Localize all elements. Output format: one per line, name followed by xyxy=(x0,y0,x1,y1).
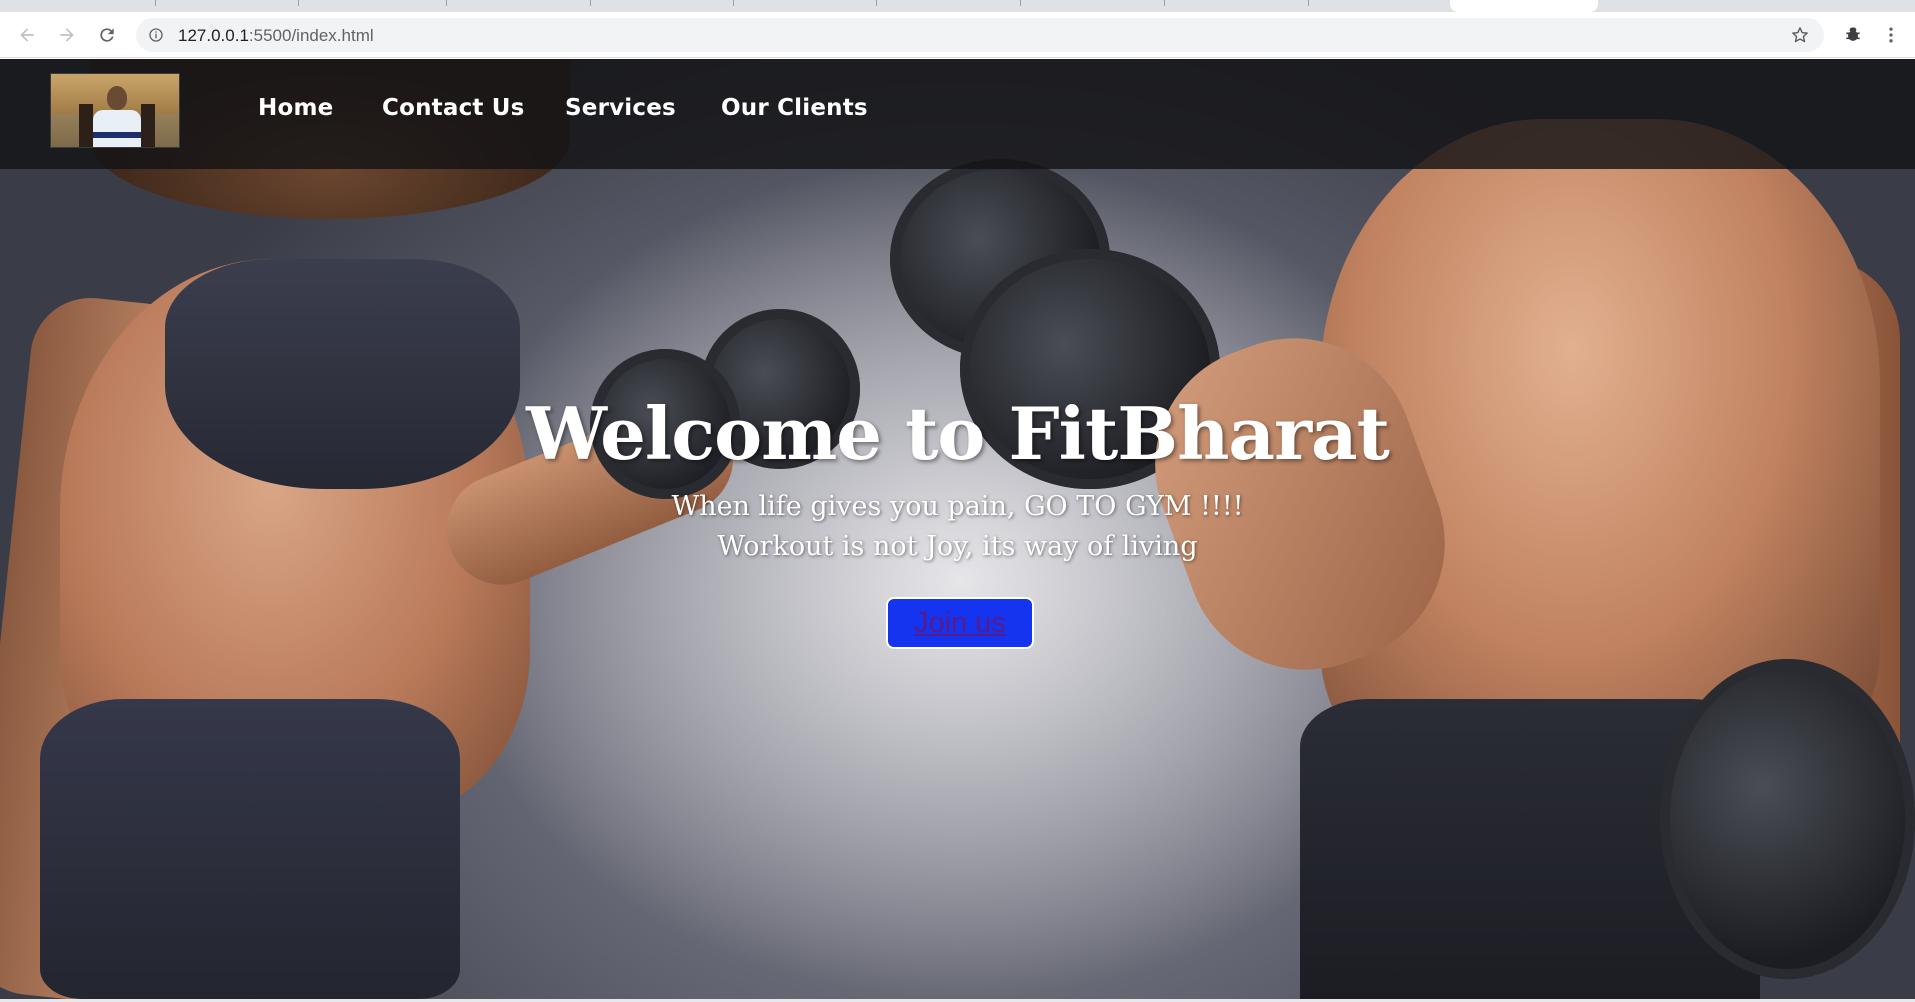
tab-separator xyxy=(446,0,447,6)
logo-photo-head xyxy=(107,86,127,110)
tab-separator xyxy=(590,0,591,6)
browser-tab-strip xyxy=(0,0,1915,12)
site-navbar: Home Contact Us Services Our Clients xyxy=(0,59,1915,169)
tab-separator xyxy=(298,0,299,6)
active-tab[interactable] xyxy=(1450,0,1598,12)
url-text[interactable]: 127.0.0.1:5500/index.html xyxy=(178,26,374,46)
extension-button[interactable] xyxy=(1840,22,1866,48)
hero-title: Welcome to FitBharat xyxy=(526,391,1390,476)
reload-button[interactable] xyxy=(94,22,120,48)
tab-separator xyxy=(1020,0,1021,6)
hero-photo-woman-shorts xyxy=(40,699,460,999)
join-us-button[interactable]: Join us xyxy=(886,597,1034,649)
tab-separator xyxy=(1308,0,1309,6)
logo-photo-stripe xyxy=(93,132,141,138)
browser-menu-button[interactable] xyxy=(1878,22,1904,48)
nav-link-home[interactable]: Home xyxy=(258,95,333,121)
nav-link-services[interactable]: Services xyxy=(565,95,676,121)
info-icon[interactable] xyxy=(148,27,164,43)
site-logo[interactable] xyxy=(50,73,180,148)
hero-subtitle-2: Workout is not Joy, its way of living xyxy=(717,531,1198,562)
nav-link-contact-us[interactable]: Contact Us xyxy=(382,95,525,121)
address-bar[interactable]: 127.0.0.1:5500/index.html xyxy=(136,18,1824,52)
tab-separator xyxy=(1164,0,1165,6)
dumbbell-plate xyxy=(1660,659,1915,979)
arrow-left-icon xyxy=(20,28,34,42)
logo-photo-chair xyxy=(141,104,155,147)
browser-toolbar: 127.0.0.1:5500/index.html xyxy=(0,12,1915,58)
tab-separator xyxy=(155,0,156,6)
star-icon[interactable] xyxy=(1790,25,1810,45)
arrow-right-icon xyxy=(60,28,74,42)
tab-separator xyxy=(876,0,877,6)
extension-icon xyxy=(1846,27,1860,41)
back-button[interactable] xyxy=(14,22,40,48)
hero-subtitle-1: When life gives you pain, GO TO GYM !!!! xyxy=(671,491,1244,522)
logo-photo-chair xyxy=(79,104,93,147)
kebab-menu-icon xyxy=(1889,27,1893,43)
page-viewport: Home Contact Us Services Our Clients Wel… xyxy=(0,59,1915,999)
nav-link-our-clients[interactable]: Our Clients xyxy=(721,95,868,121)
tab-separator xyxy=(733,0,734,6)
reload-icon xyxy=(100,28,114,42)
logo-photo-body xyxy=(93,110,141,147)
url-path: :5500/index.html xyxy=(248,26,374,45)
url-host: 127.0.0.1 xyxy=(178,26,249,45)
forward-button[interactable] xyxy=(54,22,80,48)
